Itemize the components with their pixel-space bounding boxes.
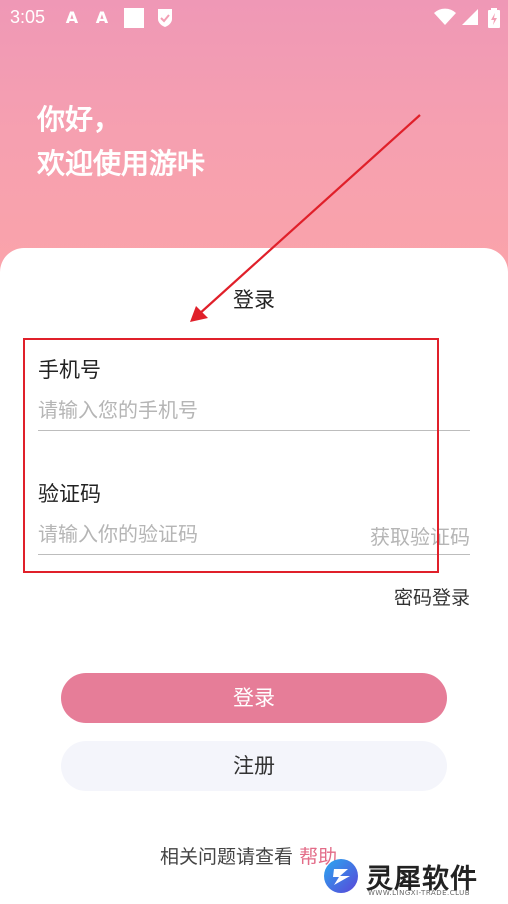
- battery-icon: [484, 8, 504, 28]
- notification-a-icon: A: [65, 8, 79, 27]
- notification-a-icon-2: A: [95, 8, 109, 27]
- watermark-sub: WWW.LINGXI-TRADE.CLUB: [368, 889, 471, 897]
- login-button[interactable]: 登录: [61, 673, 447, 723]
- greeting-line-1: 你好，: [37, 103, 122, 136]
- register-button[interactable]: 注册: [61, 741, 447, 791]
- shield-check-icon: [155, 8, 175, 28]
- password-login-link[interactable]: 密码登录: [394, 583, 470, 610]
- help-line: 相关问题请查看 帮助: [160, 842, 337, 869]
- notification-square-icon: [124, 8, 144, 28]
- watermark-logo: 灵犀软件 WWW.LINGXI-TRADE.CLUB: [320, 855, 505, 901]
- annotation-highlight-box: [23, 338, 439, 573]
- status-time: 3:05: [10, 7, 46, 27]
- status-bar: 3:05 A A: [0, 0, 508, 36]
- help-text: 相关问题请查看: [160, 846, 294, 868]
- signal-icon: [460, 8, 480, 28]
- watermark-mark-icon: [324, 859, 358, 893]
- greeting-line-2: 欢迎使用游咔: [37, 147, 206, 180]
- login-title: 登录: [233, 288, 275, 312]
- wifi-icon: [434, 8, 456, 28]
- greeting: 你好， 欢迎使用游咔: [37, 98, 205, 186]
